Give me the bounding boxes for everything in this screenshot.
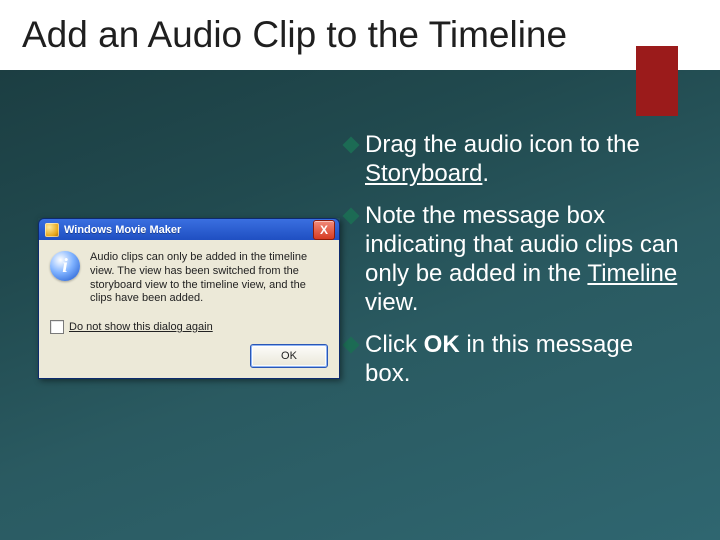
slide-body: Drag the audio icon to the Storyboard. N… (0, 110, 720, 540)
dialog-body: i Audio clips can only be added in the t… (38, 240, 340, 379)
info-glyph: i (62, 255, 68, 278)
slide: Add an Audio Clip to the Timeline Drag t… (0, 0, 720, 540)
slide-title: Add an Audio Clip to the Timeline (22, 14, 567, 56)
ok-button-label: OK (281, 350, 297, 362)
close-button[interactable]: X (313, 220, 335, 240)
dialog-button-row: OK (50, 344, 328, 368)
bullet-tail: view. (365, 289, 418, 316)
dialog-content-row: i Audio clips can only be added in the t… (50, 251, 328, 306)
bullet-rest: the audio icon to the (417, 131, 640, 158)
bullet-tail: . (482, 160, 489, 187)
close-icon: X (320, 223, 328, 237)
do-not-show-checkbox[interactable] (50, 320, 64, 334)
dialog-titlebar[interactable]: Windows Movie Maker X (38, 218, 340, 240)
bullet-lead: Drag (365, 131, 417, 158)
info-icon: i (50, 251, 80, 281)
bullet-text: Drag the audio icon to the Storyboard. (365, 130, 680, 189)
dialog-title: Windows Movie Maker (64, 224, 181, 236)
ok-button[interactable]: OK (250, 344, 328, 368)
bullet-icon (343, 336, 360, 353)
bullet-underline: Storyboard (365, 160, 482, 187)
bullet-list: Drag the audio icon to the Storyboard. N… (345, 130, 680, 400)
accent-block (636, 46, 678, 116)
bullet-underline: Timeline (587, 260, 677, 287)
do-not-show-label: Do not show this dialog again (69, 321, 213, 333)
bullet-item: Click OK in this message box. (345, 330, 680, 389)
bullet-text: Click OK in this message box. (365, 330, 680, 389)
bullet-bold: OK (424, 331, 460, 358)
bullet-icon (343, 207, 360, 224)
bullet-rest (417, 331, 424, 358)
slide-title-bar: Add an Audio Clip to the Timeline (0, 0, 720, 70)
bullet-text: Note the message box indicating that aud… (365, 201, 680, 318)
dialog-checkbox-row: Do not show this dialog again (50, 320, 328, 334)
bullet-item: Drag the audio icon to the Storyboard. (345, 130, 680, 189)
bullet-lead: Click (365, 331, 417, 358)
bullet-icon (343, 137, 360, 154)
message-dialog: Windows Movie Maker X i Audio clips can … (38, 218, 340, 379)
app-icon (45, 223, 59, 237)
bullet-item: Note the message box indicating that aud… (345, 201, 680, 318)
dialog-message: Audio clips can only be added in the tim… (90, 251, 328, 306)
bullet-lead: Note (365, 202, 416, 229)
